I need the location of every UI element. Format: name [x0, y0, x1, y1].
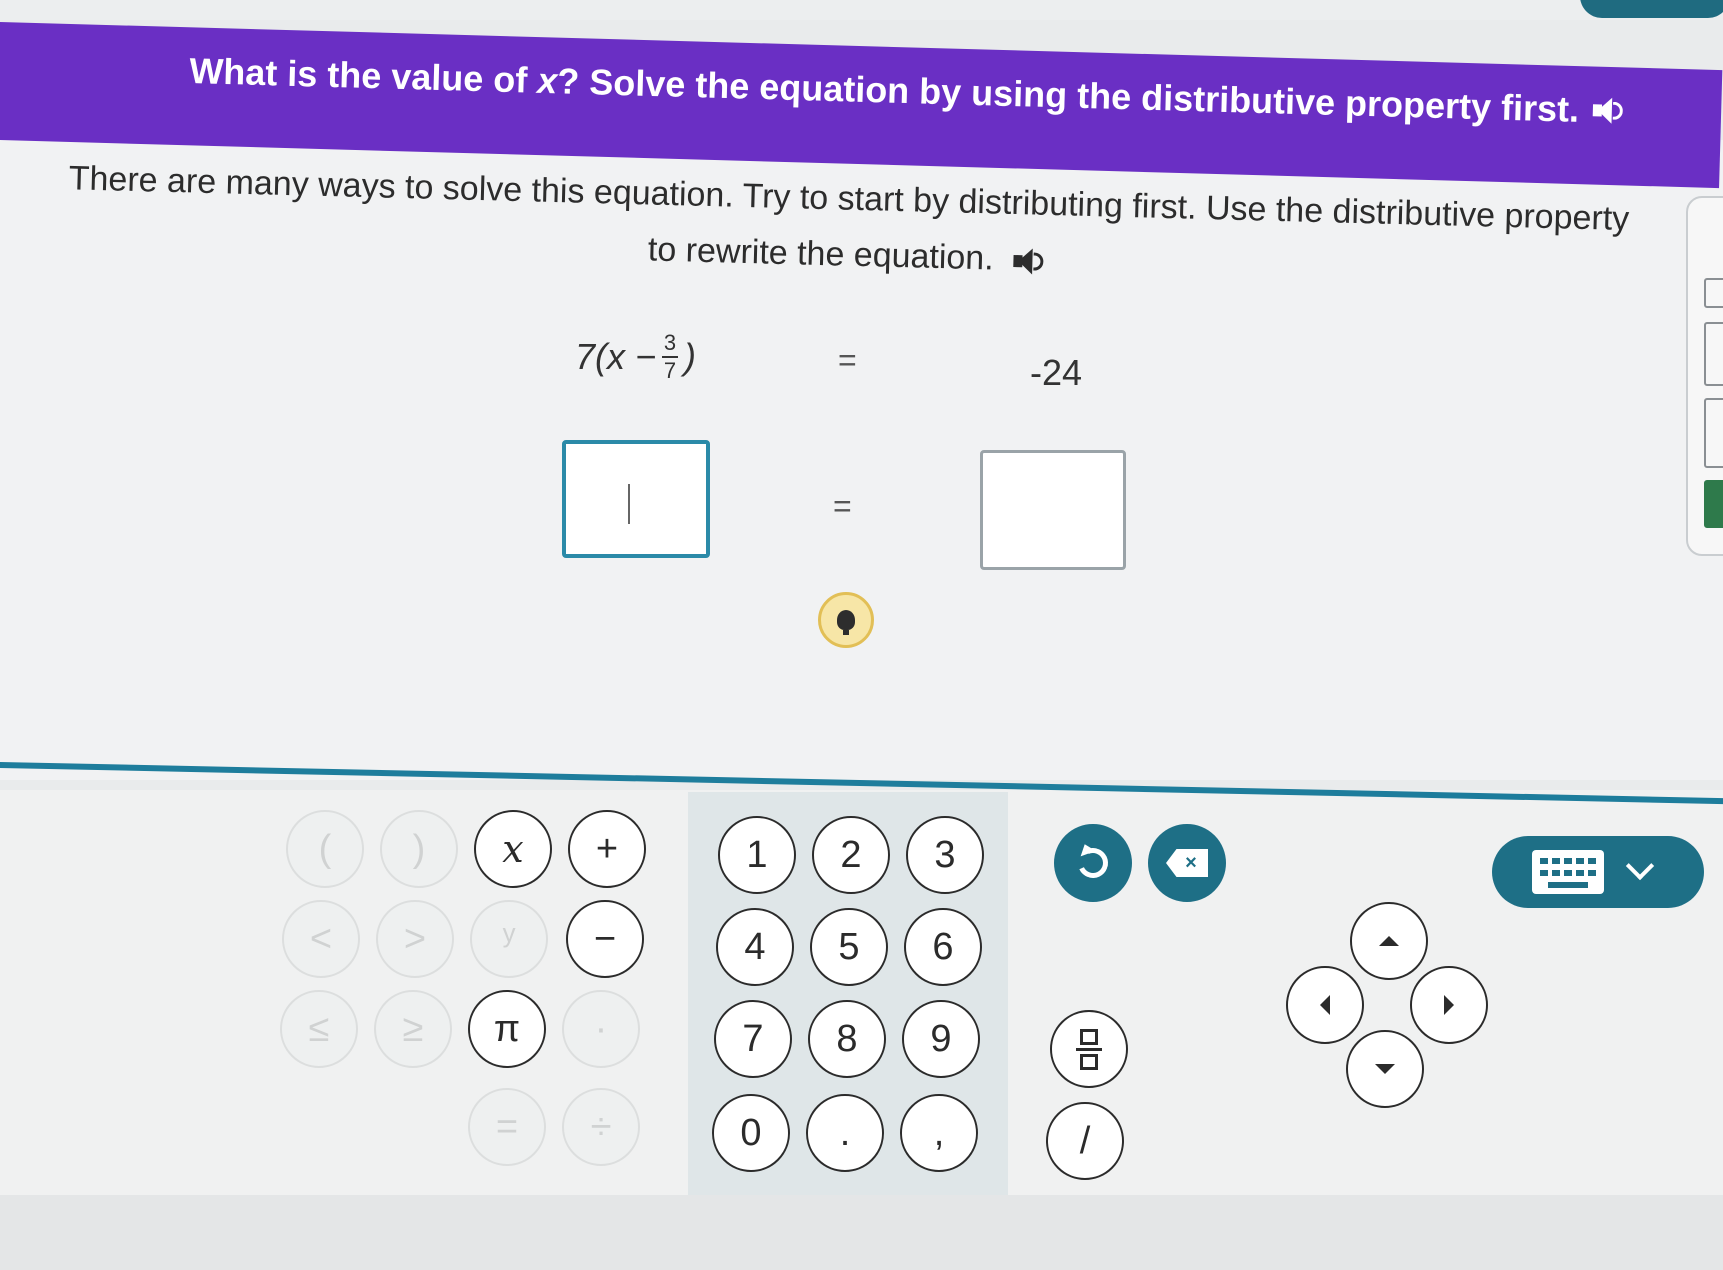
fraction-key[interactable] [1050, 1010, 1128, 1088]
key-left-paren[interactable]: ( [286, 810, 364, 888]
key-comma[interactable]: , [900, 1094, 978, 1172]
arrow-right-button[interactable] [1410, 966, 1488, 1044]
delete-button[interactable]: × [1148, 824, 1226, 902]
side-panel-item[interactable] [1704, 398, 1723, 468]
key-6[interactable]: 6 [904, 908, 982, 986]
key-less-equal[interactable]: ≤ [280, 990, 358, 1068]
chevron-down-icon [1625, 851, 1655, 881]
key-multiply[interactable]: · [562, 990, 640, 1068]
hint-button[interactable] [818, 592, 874, 648]
equation-fraction: 3 7 [662, 330, 679, 383]
key-right-paren[interactable]: ) [380, 810, 458, 888]
side-panel-item[interactable] [1704, 278, 1723, 308]
key-greater-than[interactable]: > [376, 900, 454, 978]
equation-open: (x − [595, 336, 657, 377]
key-5[interactable]: 5 [810, 908, 888, 986]
key-power[interactable]: ʸ [470, 900, 548, 978]
key-less-than[interactable]: < [282, 900, 360, 978]
key-9[interactable]: 9 [902, 1000, 980, 1078]
key-equals[interactable]: = [468, 1088, 546, 1166]
arrow-up-button[interactable] [1350, 902, 1428, 980]
key-greater-equal[interactable]: ≥ [374, 990, 452, 1068]
key-x[interactable]: x [474, 810, 552, 888]
footer-area [0, 1195, 1723, 1270]
arrow-left-button[interactable] [1286, 966, 1364, 1044]
answer-left-input[interactable] [562, 440, 710, 558]
question-prefix: What is the value of [188, 50, 538, 101]
keyboard-toggle-button[interactable] [1492, 836, 1704, 908]
key-slash[interactable]: / [1046, 1102, 1124, 1180]
key-decimal[interactable]: . [806, 1094, 884, 1172]
top-right-button[interactable] [1580, 0, 1723, 18]
fraction-denominator: 7 [663, 358, 677, 383]
backspace-icon: × [1166, 849, 1208, 877]
key-pi[interactable]: π [468, 990, 546, 1068]
answer-equals: = [833, 488, 852, 524]
key-4[interactable]: 4 [716, 908, 794, 986]
fraction-numerator: 3 [663, 330, 677, 355]
top-strip [0, 0, 1723, 20]
undo-button[interactable] [1054, 824, 1132, 902]
side-panel[interactable] [1686, 196, 1723, 556]
lightbulb-icon [837, 610, 855, 635]
question-variable: x [536, 59, 558, 102]
key-minus[interactable]: − [566, 900, 644, 978]
key-7[interactable]: 7 [714, 1000, 792, 1078]
equation-right: -24 [1030, 352, 1083, 393]
side-panel-item[interactable] [1704, 322, 1723, 386]
key-divide[interactable]: ÷ [562, 1088, 640, 1166]
key-2[interactable]: 2 [812, 816, 890, 894]
arrow-up-icon [1379, 936, 1399, 946]
arrow-right-icon [1444, 995, 1454, 1015]
equation-left: 7 (x − 3 7 ) [575, 332, 696, 382]
arrow-down-button[interactable] [1346, 1030, 1424, 1108]
key-8[interactable]: 8 [808, 1000, 886, 1078]
arrow-left-icon [1320, 995, 1330, 1015]
equation-equals: = [838, 342, 857, 378]
key-1[interactable]: 1 [718, 816, 796, 894]
text-cursor [628, 484, 630, 524]
keyboard-icon [1532, 850, 1604, 894]
equation-coefficient: 7 [575, 336, 596, 377]
key-3[interactable]: 3 [906, 816, 984, 894]
side-panel-item[interactable] [1704, 480, 1723, 528]
answer-right-input[interactable] [980, 450, 1126, 570]
key-0[interactable]: 0 [712, 1094, 790, 1172]
speaker-icon[interactable] [1013, 246, 1048, 277]
key-plus[interactable]: + [568, 810, 646, 888]
equation-close: ) [684, 336, 697, 377]
fraction-icon [1076, 1028, 1102, 1070]
arrow-down-icon [1375, 1064, 1395, 1074]
undo-icon [1073, 843, 1113, 883]
